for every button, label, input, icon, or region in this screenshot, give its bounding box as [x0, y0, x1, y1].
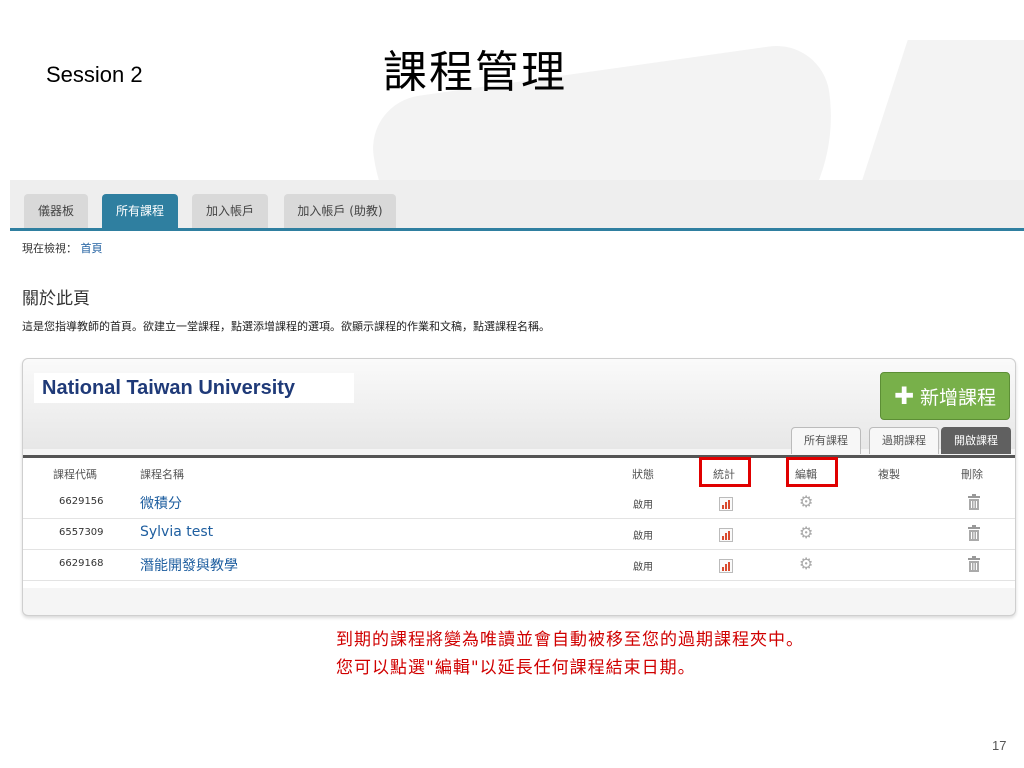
new-course-button[interactable]: ✚ 新增課程 — [880, 372, 1010, 420]
bar-chart-icon[interactable] — [719, 528, 733, 542]
tab-join-account-ta[interactable]: 加入帳戶 (助教) — [284, 194, 396, 228]
top-tab-bar: 儀器板 所有課程 加入帳戶 加入帳戶 (助教) — [10, 180, 1024, 231]
bar-chart-icon[interactable] — [719, 559, 733, 573]
header-delete: 刪除 — [961, 468, 983, 481]
annotation-note: 到期的課程將變為唯讀並會自動被移至您的過期課程夾中。 您可以點選"編輯"以延長任… — [336, 626, 804, 682]
panel-header: National Taiwan University ✚ 新增課程 所有課程 過期… — [23, 359, 1015, 454]
about-title: 關於此頁 — [22, 289, 90, 309]
course-status: 啟用 — [633, 500, 653, 511]
trash-icon[interactable] — [967, 556, 981, 572]
tab-dashboard[interactable]: 儀器板 — [24, 194, 88, 228]
gear-icon[interactable]: ⚙ — [799, 525, 815, 541]
page-number: 17 — [992, 738, 1007, 753]
note-line-1: 到期的課程將變為唯讀並會自動被移至您的過期課程夾中。 — [336, 630, 804, 650]
tab-all-courses[interactable]: 所有課程 — [102, 194, 178, 228]
note-line-2: 您可以點選"編輯"以延長任何課程結束日期。 — [336, 658, 696, 678]
institution-name: National Taiwan University — [42, 377, 296, 399]
institution-box: National Taiwan University — [34, 373, 354, 403]
trash-icon[interactable] — [967, 525, 981, 541]
header-copy: 複製 — [878, 468, 900, 481]
session-label: Session 2 — [46, 62, 143, 87]
header-course-name: 課程名稱 — [140, 468, 184, 481]
breadcrumb-label: 現在檢視： — [22, 242, 77, 255]
breadcrumb-home-link[interactable]: 首頁 — [81, 242, 103, 255]
course-name-link[interactable]: 微積分 — [140, 493, 182, 513]
slide-title: 課程管理 — [383, 47, 567, 98]
header-course-code: 課程代碼 — [53, 468, 97, 481]
table-row: 6629168 潛能開發與教學 啟用 ⚙ — [23, 550, 1015, 581]
course-panel: National Taiwan University ✚ 新增課程 所有課程 過期… — [22, 358, 1016, 616]
filter-tab-open[interactable]: 開啟課程 — [941, 427, 1011, 454]
filter-tab-expired[interactable]: 過期課程 — [869, 427, 939, 454]
header-status: 狀態 — [632, 468, 654, 481]
plus-icon: ✚ — [893, 382, 915, 410]
gear-icon[interactable]: ⚙ — [799, 494, 815, 510]
course-name-link[interactable]: 潛能開發與教學 — [140, 555, 238, 575]
tab-join-account[interactable]: 加入帳戶 — [192, 194, 268, 228]
about-text: 這是您指導教師的首頁。欲建立一堂課程，點選添增課程的選項。欲顯示課程的作業和文稿… — [22, 320, 550, 333]
table-row: 6557309 Sylvia test 啟用 ⚙ — [23, 519, 1015, 550]
course-table: 課程代碼 課程名稱 狀態 統計 編輯 複製 刪除 6629156 微積分 啟用 … — [23, 455, 1015, 588]
highlight-edit-column — [786, 457, 838, 487]
filter-tab-all[interactable]: 所有課程 — [791, 427, 861, 454]
gear-icon[interactable]: ⚙ — [799, 556, 815, 572]
course-code: 6629156 — [59, 496, 104, 507]
course-code: 6629168 — [59, 558, 104, 569]
trash-icon[interactable] — [967, 494, 981, 510]
bar-chart-icon[interactable] — [719, 497, 733, 511]
course-status: 啟用 — [633, 562, 653, 573]
course-code: 6557309 — [59, 527, 104, 538]
new-course-label: 新增課程 — [920, 387, 997, 409]
app-screenshot: 儀器板 所有課程 加入帳戶 加入帳戶 (助教) 現在檢視： 首頁 關於此頁 這是… — [10, 180, 1024, 620]
table-row: 6629156 微積分 啟用 ⚙ — [23, 488, 1015, 519]
breadcrumb: 現在檢視： 首頁 — [22, 240, 103, 256]
course-name-link[interactable]: Sylvia test — [140, 524, 213, 540]
highlight-stats-column — [699, 457, 751, 487]
course-status: 啟用 — [633, 531, 653, 542]
